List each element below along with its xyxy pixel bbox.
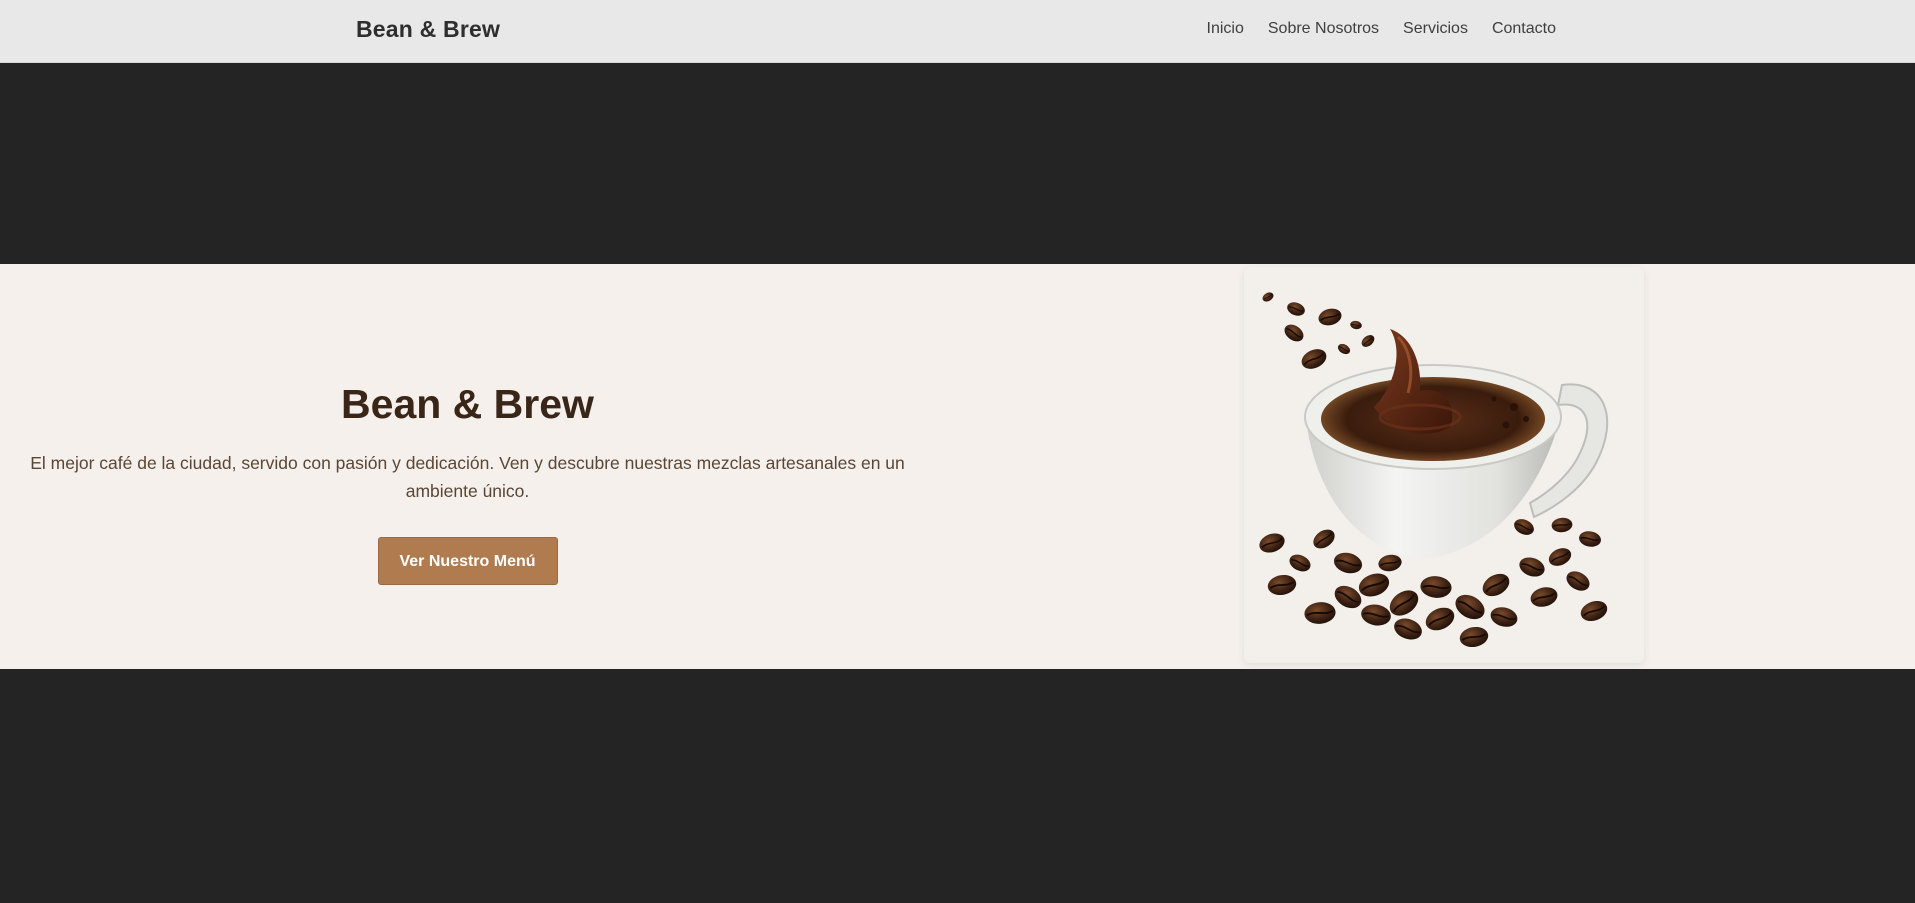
dark-band-top <box>0 63 1915 264</box>
nav-menu: Inicio Sobre Nosotros Servicios Contacto <box>1207 20 1556 38</box>
nav-link-sobre-nosotros[interactable]: Sobre Nosotros <box>1268 20 1379 38</box>
hero-text-block: Bean & Brew El mejor café de la ciudad, … <box>0 381 935 586</box>
hero-description: El mejor café de la ciudad, servido con … <box>30 453 905 502</box>
nav-link-contacto[interactable]: Contacto <box>1492 20 1556 38</box>
hero-title: Bean & Brew <box>341 381 594 427</box>
nav-link-servicios[interactable]: Servicios <box>1403 20 1468 38</box>
view-menu-button[interactable]: Ver Nuestro Menú <box>377 537 558 586</box>
hero-section: Bean & Brew El mejor café de la ciudad, … <box>0 264 1915 669</box>
brand-logo[interactable]: Bean & Brew <box>356 16 500 43</box>
coffee-cup-with-beans-image <box>1255 290 1611 651</box>
navbar: Bean & Brew Inicio Sobre Nosotros Servic… <box>0 0 1915 63</box>
nav-link-inicio[interactable]: Inicio <box>1207 20 1244 38</box>
dark-band-bottom <box>0 669 1915 903</box>
hero-image-card <box>1244 267 1644 663</box>
